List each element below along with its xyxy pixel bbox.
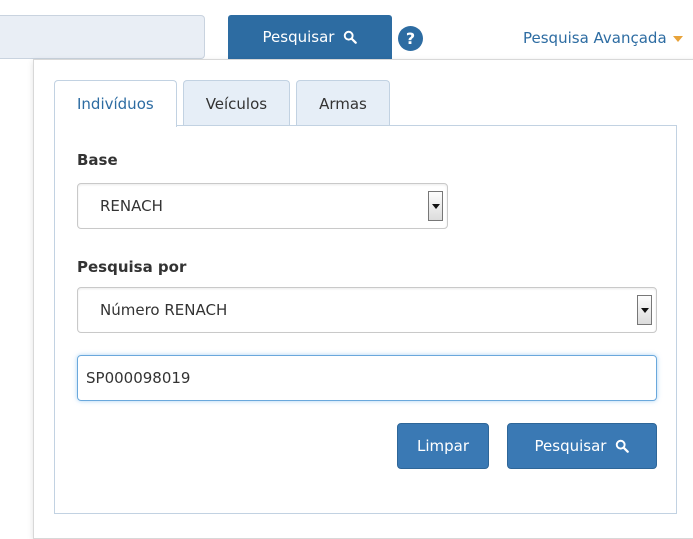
tab-individuos-label: Indivíduos: [77, 95, 154, 113]
help-icon-glyph: ?: [405, 29, 416, 48]
tab-individuos[interactable]: Indivíduos: [54, 80, 177, 127]
clear-button-label: Limpar: [416, 437, 470, 455]
tab-armas-label: Armas: [319, 94, 367, 113]
search-by-select-value: Número RENACH: [100, 301, 228, 319]
base-select[interactable]: RENACH: [77, 183, 448, 229]
advanced-search-label: Pesquisa Avançada: [523, 29, 667, 47]
search-icon: [344, 30, 358, 44]
base-label: Base: [77, 151, 118, 169]
advanced-search-link[interactable]: Pesquisa Avançada: [523, 29, 683, 47]
top-search-button[interactable]: Pesquisar: [228, 15, 392, 59]
tab-veiculos-label: Veículos: [205, 94, 268, 113]
search-button-label: Pesquisar: [534, 437, 607, 455]
search-by-select[interactable]: Número RENACH: [77, 287, 657, 333]
top-search-input[interactable]: [0, 15, 205, 59]
select-arrow-icon: [428, 191, 443, 221]
top-search-button-label: Pesquisar: [262, 28, 335, 46]
search-icon: [616, 439, 630, 453]
help-icon[interactable]: ?: [398, 26, 423, 51]
caret-down-icon: [672, 35, 683, 42]
base-select-value: RENACH: [100, 197, 163, 215]
query-input[interactable]: SP000098019: [77, 355, 657, 401]
tab-content-individuos: Base RENACH Pesquisa por Número RENACH S…: [54, 125, 677, 514]
search-panel: Indivíduos Veículos Armas Base RENACH Pe…: [33, 59, 693, 539]
tab-veiculos[interactable]: Veículos: [182, 80, 291, 126]
select-arrow-icon: [637, 295, 652, 325]
clear-button[interactable]: Limpar: [397, 423, 489, 469]
query-input-value: SP000098019: [86, 369, 191, 387]
tab-bar: Indivíduos Veículos Armas: [54, 80, 390, 127]
search-by-label: Pesquisa por: [77, 258, 187, 276]
search-button[interactable]: Pesquisar: [507, 423, 657, 469]
tab-armas[interactable]: Armas: [296, 80, 390, 126]
